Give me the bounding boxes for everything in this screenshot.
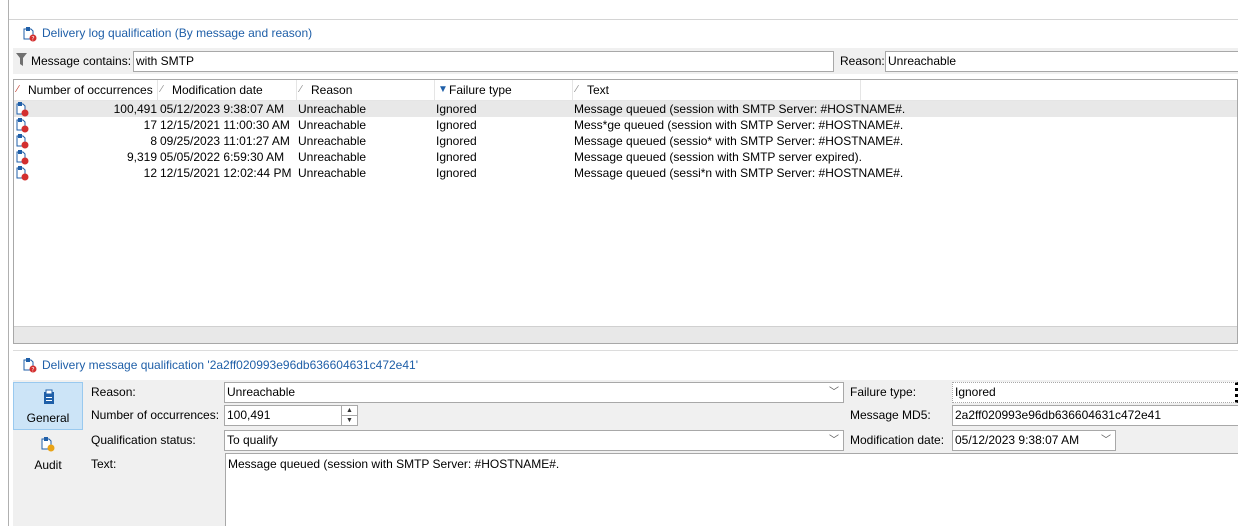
modification-date-picker[interactable]: 05/12/2023 9:38:07 AM ﹀ [952,430,1116,451]
qualification-grid: ∕ Number of occurrences ∕ Modification dat… [13,79,1238,344]
grid-header: ∕ Number of occurrences ∕ Modification dat… [14,80,1237,101]
reason-filter-input[interactable]: Unreachable [885,51,1238,72]
qualification-status-label: Qualification status: [91,433,196,447]
chevron-down-icon: ﹀ [1101,435,1111,446]
failure-type-select[interactable]: Ignored [952,382,1238,403]
cell-date: 12/15/2021 12:02:44 PM [160,166,292,180]
cell-occurrences: 9,319 [126,150,157,164]
delivery-message-icon: ? [23,357,37,374]
cell-reason: Unreachable [298,166,367,180]
cell-date: 05/05/2022 6:59:30 AM [160,150,285,164]
sort-indicator-icon: ∕ [300,84,302,95]
tab-general[interactable]: General [13,382,83,430]
cell-failure-type: Ignored [436,150,477,164]
cell-occurrences: 8 [150,134,157,148]
reason-select[interactable]: Unreachable ﹀ [224,382,844,403]
cell-text: Message queued (sessio* with SMTP Server… [574,134,904,148]
top-divider [9,19,1238,20]
message-error-icon [16,101,29,117]
sort-indicator-icon: ∕ [576,84,578,95]
column-header-failure-type[interactable]: ▼ Failure type [435,80,573,100]
table-row[interactable]: 100,491 05/12/2023 9:38:07 AM Unreachabl… [14,101,1237,117]
column-header-modification-date[interactable]: ∕ Modification date [158,80,297,100]
stepper-down-icon[interactable]: ▼ [342,416,357,425]
cell-text: Message queued (sessi*n with SMTP Server… [574,166,904,180]
sort-indicator-icon: ∕ [161,84,163,95]
text-area[interactable]: Message queued (session with SMTP Server… [225,453,1238,526]
left-frame-border [0,0,9,526]
tab-audit-label: Audit [34,458,62,472]
column-header-text[interactable]: ∕ Text [573,80,861,100]
message-error-icon [16,117,29,133]
modification-date-label: Modification date: [850,433,945,447]
sort-descending-icon: ▼ [438,84,448,95]
occurrences-label: Number of occurrences: [91,408,220,422]
grid-horizontal-scrollbar[interactable] [14,326,1237,343]
chevron-down-icon: ﹀ [829,387,839,398]
message-contains-input[interactable]: with SMTP [133,51,834,72]
cell-text: Mess*ge queued (session with SMTP Server… [574,118,904,132]
detail-title: Delivery message qualification '2a2ff020… [42,358,418,372]
delivery-log-icon: ? [23,26,37,43]
cell-reason: Unreachable [298,102,367,116]
qualification-status-select[interactable]: To qualify ﹀ [224,430,844,451]
table-row[interactable]: 9,319 05/05/2022 6:59:30 AM Unreachable … [14,149,1237,165]
svg-text:?: ? [31,367,34,374]
reason-label: Reason: [91,385,136,399]
table-row[interactable]: 8 09/25/2023 11:01:27 AM Unreachable Ign… [14,133,1237,149]
page-title: Delivery log qualification (By message a… [42,26,313,40]
panel-separator [13,350,1238,351]
cell-failure-type: Ignored [436,118,477,132]
cell-date: 09/25/2023 11:01:27 AM [160,134,290,148]
message-error-icon [16,149,29,165]
cell-failure-type: Ignored [436,166,477,180]
tab-audit[interactable]: Audit [13,430,83,478]
occurrences-stepper[interactable]: 100,491 ▲ ▼ [224,405,358,426]
text-label: Text: [91,457,117,471]
cell-failure-type: Ignored [436,102,477,116]
cell-failure-type: Ignored [436,134,477,148]
table-row[interactable]: 12 12/15/2021 12:02:44 PM Unreachable Ig… [14,165,1237,181]
table-row[interactable]: 17 12/15/2021 11:00:30 AM Unreachable Ig… [14,117,1237,133]
column-header-occurrences[interactable]: ∕ Number of occurrences [14,80,158,100]
audit-icon [41,436,55,455]
cell-text: Message queued (session with SMTP Server… [574,102,906,116]
message-md5-label: Message MD5: [850,408,931,422]
stepper-buttons[interactable]: ▲ ▼ [341,406,357,425]
detail-tabs: General Audit [13,380,83,526]
sort-indicator-icon: ∕ [17,84,19,95]
chevron-down-icon: ﹀ [829,435,839,446]
stepper-up-icon[interactable]: ▲ [342,406,357,416]
cell-occurrences: 17 [143,118,157,132]
failure-type-label: Failure type: [850,385,917,399]
cell-occurrences: 100,491 [113,102,157,116]
message-contains-label: Message contains: [31,54,132,68]
cell-text: Message queued (session with SMTP server… [574,150,862,164]
cell-reason: Unreachable [298,150,367,164]
clipboard-icon [42,389,56,408]
tab-general-label: General [26,411,70,425]
svg-text:?: ? [31,36,34,43]
cell-reason: Unreachable [298,118,367,132]
cell-occurrences: 12 [143,166,157,180]
column-header-reason[interactable]: ∕ Reason [297,80,435,100]
message-error-icon [16,133,29,149]
filter-funnel-icon [16,53,27,69]
cell-date: 12/15/2021 11:00:30 AM [160,118,290,132]
cell-date: 05/12/2023 9:38:07 AM [160,102,285,116]
cell-reason: Unreachable [298,134,367,148]
message-md5-field[interactable]: 2a2ff020993e96db636604631c472e41 [952,405,1238,426]
reason-filter-label: Reason: [840,54,885,68]
message-error-icon [16,165,29,181]
